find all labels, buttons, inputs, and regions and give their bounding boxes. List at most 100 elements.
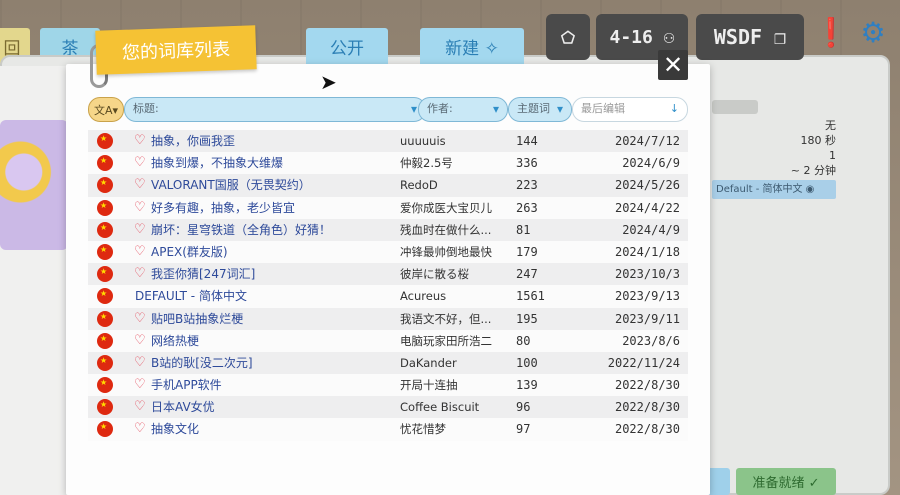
china-flag-icon: ★ [97,133,113,149]
wordlist-title[interactable]: 手机APP软件 [151,374,222,396]
translate-filter-button[interactable]: 文A▾ [88,97,124,122]
filter-bar: 文A▾ 标题: 作者: 主题词 最后编辑 [88,97,690,122]
wordlist-last-edited: 2022/8/30 [614,378,680,393]
table-row[interactable]: ★ ♡ 好多有趣，抽象，老少皆宜 爱你成医大宝贝儿 263 2024/4/22 [88,196,688,219]
china-flag-icon: ★ [97,310,113,327]
table-row[interactable]: ★♡DEFAULT - 简体中文Acureus15612023/9/13 [88,285,688,308]
wordlist-title[interactable]: 日本AV女优 [151,396,215,418]
wordlist-word-count: 96 [516,400,531,415]
heart-icon[interactable]: ♡ [134,199,148,217]
wordlist-title[interactable]: 网络热梗 [151,330,199,352]
heart-icon[interactable]: ♡ [134,265,148,283]
wordlist-title[interactable]: 抽象文化 [151,418,199,440]
heart-icon[interactable]: ♡ [134,132,148,150]
wordlist-author: 残血时在做什么... [400,222,492,237]
wordlist-last-edited: 2024/4/22 [614,200,680,215]
wordlist-title[interactable]: B站的耿[没二次元] [151,352,253,374]
wordlist-author: 彼岸に散る桜 [400,267,469,282]
wordlist-title[interactable]: 好多有趣，抽象，老少皆宜 [151,197,295,219]
title-filter-input[interactable]: 标题: [124,97,426,122]
wordlist-word-count: 223 [516,178,538,193]
table-row[interactable]: ★ ♡ 我歪你猜[247词汇] 彼岸に散る桜 247 2023/10/3 [88,263,688,286]
wordlist-title[interactable]: 崩坏：星穹铁道（全角色）好猜！ [151,219,331,241]
wordlist-author: 我语文不好，但... [400,311,492,326]
china-flag-icon: ★ [97,199,113,216]
table-row[interactable]: ★ ♡ 日本AV女优 Coffee Biscuit 96 2022/8/30 [88,396,688,419]
wordlist-title[interactable]: APEX(群友版) [151,241,228,263]
wordlist-author: uuuuuis [400,134,446,148]
close-button[interactable]: ✕ [658,50,688,80]
word-count-sort[interactable]: 主题词 [508,97,572,122]
china-flag-icon: ★ [97,421,113,438]
wordlist-last-edited: 2023/8/6 [622,333,680,348]
table-row[interactable]: ★ ♡ B站的耿[没二次元] DaKander 100 2022/11/24 [88,351,688,375]
wordlist-author: DaKander [400,355,457,370]
wordlist-word-count: 139 [516,378,538,393]
wordlist-word-count: 80 [516,333,531,348]
table-row[interactable]: ★ ♡ 手机APP软件 开局十连抽 139 2022/8/30 [88,374,688,397]
heart-icon[interactable]: ♡ [134,221,148,239]
gear-icon[interactable]: ⚙ [856,14,890,50]
wordlist-author: 忧花惜梦 [400,422,446,437]
heart-icon[interactable]: ♡ [134,332,148,350]
wordlist-word-count: 336 [516,156,538,171]
wordlist-last-edited: 2024/4/9 [622,222,680,237]
last-edited-sort[interactable]: 最后编辑 [572,97,688,122]
table-row[interactable]: ★ ♡ 抽象文化 忧花惜梦 97 2022/8/30 [88,418,688,441]
table-row[interactable]: ★ ♡ 抽象到爆，不抽象大维爆 仲毅2.5号 336 2024/6/9 [88,152,688,175]
china-flag-icon: ★ [97,399,113,416]
wordlist-table: ★ ♡ 抽象，你画我歪 uuuuuis 144 2024/7/12 ★ ♡ 抽象到爆，不抽象大维… [88,130,688,441]
language-chip[interactable]: Default - 简体中文 ◉ [712,180,836,199]
heart-icon[interactable]: ♡ [134,354,148,372]
heart-icon[interactable]: ♡ [134,154,148,172]
table-row[interactable]: ★ ♡ 抽象，你画我歪 uuuuuis 144 2024/7/12 [88,130,688,153]
heart-icon[interactable]: ♡ [134,176,148,194]
wordlist-author: Coffee Biscuit [400,400,480,415]
wordlist-last-edited: 2024/1/18 [614,244,680,259]
china-flag-icon: ★ [97,266,113,283]
table-row[interactable]: ★ ♡ 网络热梗 电脑玩家田所浩二 80 2023/8/6 [88,329,688,352]
game-settings-summary: 无 180 秒 1 ~ 2 分钟 Default - 简体中文 ◉ [712,118,836,214]
china-flag-icon: ★ [97,243,113,260]
room-code-button[interactable]: WSDF ❐ [696,14,804,60]
wordlist-word-count: 179 [516,244,538,259]
china-flag-icon: ★ [97,354,113,371]
wordlist-author: RedoD [400,178,438,193]
heart-icon[interactable]: ♡ [134,310,148,328]
wordlist-title[interactable]: 抽象，你画我歪 [151,130,235,152]
wordlist-title[interactable]: DEFAULT - 简体中文 [135,285,247,307]
wordlist-last-edited: 2022/11/24 [607,355,680,370]
wordlist-last-edited: 2022/8/30 [614,422,680,437]
wordlist-word-count: 97 [516,422,531,437]
wordlist-author: 电脑玩家田所浩二 [400,333,492,348]
wordlist-title[interactable]: VALORANT国服（无畏契约） [151,174,311,196]
heart-icon[interactable]: ♡ [134,420,148,438]
back-button[interactable]: ⬠ [546,14,590,60]
tab-create[interactable]: 新建 ✧ [420,28,524,64]
back-icon: ⬠ [561,27,575,47]
wordlist-title[interactable]: 我歪你猜[247词汇] [151,263,255,285]
wordlist-last-edited: 2023/9/11 [614,311,680,326]
help-icon[interactable]: ❗ [814,14,849,50]
wordlist-last-edited: 2024/7/12 [614,134,680,148]
wordlist-word-count: 100 [516,355,538,370]
tab-public[interactable]: 公开 [306,28,388,64]
wordlist-word-count: 81 [516,222,531,237]
heart-icon[interactable]: ♡ [134,398,148,416]
author-filter-input[interactable]: 作者: [418,97,508,122]
table-row[interactable]: ★ ♡ 贴吧B站抽象烂梗 我语文不好，但... 195 2023/9/11 [88,307,688,330]
heart-icon[interactable]: ♡ [134,243,148,261]
setting-value: 1 [829,149,836,162]
wordlist-author: 开局十连抽 [400,378,458,393]
table-row[interactable]: ★ ♡ VALORANT国服（无畏契约） RedoD 223 2024/5/26 [88,174,688,197]
wordlist-title[interactable]: 贴吧B站抽象烂梗 [151,308,243,330]
wordlist-title[interactable]: 抽象到爆，不抽象大维爆 [151,152,283,174]
wordlist-last-edited: 2022/8/30 [614,400,680,415]
china-flag-icon: ★ [97,377,113,394]
table-row[interactable]: ★ ♡ APEX(群友版) 冲锋最帅倒地最快 179 2024/1/18 [88,240,688,264]
heart-icon[interactable]: ♡ [134,376,148,394]
player-portrait [0,120,68,250]
wordlist-word-count: 263 [516,200,538,215]
table-row[interactable]: ★ ♡ 崩坏：星穹铁道（全角色）好猜！ 残血时在做什么... 81 2024/4/9 [88,218,688,241]
ready-button[interactable]: 准备就绪 ✓ [736,468,836,495]
